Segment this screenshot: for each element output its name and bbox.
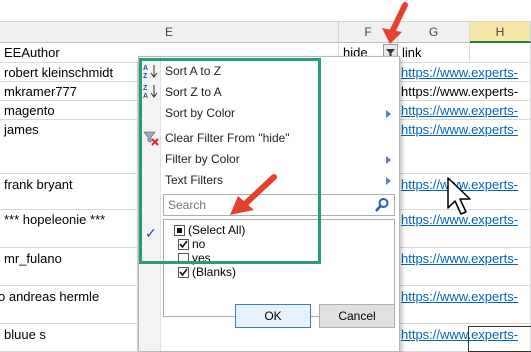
- link-cell[interactable]: https://www.experts-: [398, 82, 531, 101]
- filter-by-color-chevron-icon: [386, 156, 391, 164]
- column-h-label: H: [495, 25, 505, 39]
- ok-button[interactable]: OK: [235, 304, 311, 328]
- ok-label: OK: [264, 309, 282, 323]
- text-filters-chevron-icon: [386, 177, 391, 185]
- annotation-arrow-icon: [382, 2, 408, 44]
- search-icon[interactable]: [374, 197, 390, 213]
- link-text[interactable]: https://www.experts-: [401, 103, 518, 118]
- header-author-text: EEAuthor: [4, 45, 60, 60]
- header-cell-h[interactable]: [470, 43, 531, 63]
- link-text[interactable]: https://www.experts-: [401, 122, 518, 137]
- column-header-e[interactable]: E: [0, 22, 339, 43]
- author-cell[interactable]: mkramer777: [0, 82, 138, 101]
- link-text[interactable]: https://www.experts-: [401, 65, 518, 80]
- author-text: robert kleinschmidt: [4, 65, 114, 80]
- author-cell[interactable]: james: [0, 120, 138, 174]
- author-cell[interactable]: mr_fulano: [0, 248, 138, 286]
- author-text: james: [4, 122, 39, 137]
- link-cell[interactable]: https://www.experts-: [398, 248, 531, 286]
- link-cell[interactable]: https://www.experts-: [398, 120, 531, 174]
- author-text: frank bryant: [4, 177, 73, 192]
- annotation-highlight-box: [139, 58, 321, 264]
- link-text[interactable]: https://www.experts-: [401, 251, 518, 266]
- author-text: bluue s: [4, 327, 46, 342]
- column-e-label: E: [164, 25, 173, 39]
- author-cell[interactable]: magento: [0, 101, 138, 120]
- formula-bar-area: [0, 0, 531, 22]
- blanks-checkbox[interactable]: [178, 267, 189, 278]
- author-text: mr_fulano: [4, 251, 62, 266]
- sort-by-color-chevron-icon: [386, 110, 391, 118]
- author-cell[interactable]: robert kleinschmidt: [0, 63, 138, 82]
- author-cell[interactable]: o andreas hermle: [0, 286, 138, 324]
- cancel-button[interactable]: Cancel: [319, 304, 395, 328]
- link-cell[interactable]: https://www.experts-: [398, 101, 531, 120]
- column-g-label: G: [428, 25, 439, 39]
- author-cell[interactable]: bluue s: [0, 324, 138, 352]
- author-cell[interactable]: frank bryant: [0, 174, 138, 210]
- column-f-label: F: [364, 25, 372, 39]
- selected-cell[interactable]: [468, 326, 531, 352]
- author-text: o andreas hermle: [0, 289, 100, 304]
- author-text: magento: [4, 103, 55, 118]
- link-text[interactable]: https://www.experts-: [401, 84, 518, 99]
- cancel-label: Cancel: [338, 309, 376, 323]
- link-cell[interactable]: https://www.experts-: [398, 286, 531, 324]
- column-header-h[interactable]: H: [470, 22, 531, 43]
- author-cell[interactable]: *** hopeleonie ***: [0, 210, 138, 248]
- link-cell[interactable]: https://www.experts-: [398, 63, 531, 82]
- blanks-label: (Blanks): [192, 265, 237, 279]
- mouse-cursor-icon: [447, 177, 471, 215]
- author-text: *** hopeleonie ***: [4, 212, 106, 227]
- annotation-arrow-icon: [230, 174, 277, 215]
- author-text: mkramer777: [4, 84, 77, 99]
- link-text[interactable]: https://www.experts-: [401, 289, 518, 304]
